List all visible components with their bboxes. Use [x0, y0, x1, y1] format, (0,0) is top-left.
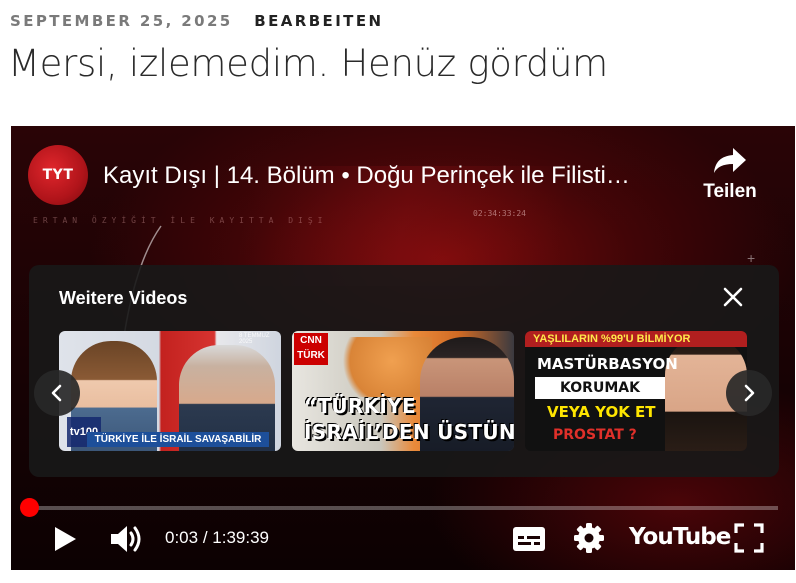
background-text: ERTAN ÖZYİĞİT İLE KAYITTA DIŞI	[33, 216, 328, 225]
post-date[interactable]: SEPTEMBER 25, 2025	[10, 12, 233, 30]
thumbnail-caption: TÜRKİYE İLE İSRAİL SAVAŞABİLİR	[87, 432, 269, 447]
progress-bar[interactable]	[30, 506, 778, 510]
chevron-right-icon	[744, 384, 755, 402]
share-arrow-icon	[714, 148, 746, 173]
time-readout: 0:03 / 1:39:39	[165, 528, 269, 548]
more-videos-heading: Weitere Videos	[59, 288, 188, 308]
previous-videos-button[interactable]	[34, 370, 80, 416]
channel-avatar[interactable]: TYT	[28, 145, 88, 205]
fullscreen-icon[interactable]	[733, 522, 765, 554]
next-videos-button[interactable]	[726, 370, 772, 416]
post-meta: SEPTEMBER 25, 2025 BEARBEITEN	[10, 12, 383, 30]
close-icon[interactable]	[721, 285, 745, 309]
thumbnail-date: 8 TEMMUZ 2025	[239, 333, 270, 345]
play-icon[interactable]	[49, 524, 79, 554]
current-time: 0:03	[165, 528, 199, 547]
video-title[interactable]: Kayıt Dışı | 14. Bölüm • Doğu Perinçek i…	[103, 162, 630, 190]
video-thumbnail-3[interactable]: YAŞLILARIN %99'U BİLMİYOR MASTÜRBASYON K…	[525, 331, 747, 451]
subtitles-icon[interactable]	[511, 524, 547, 554]
gear-icon[interactable]	[573, 522, 605, 554]
share-label: Teilen	[703, 181, 757, 202]
thumbnail-text-line-3: VEYA YOK ET	[547, 403, 656, 421]
channel-logo-text: TYT	[42, 167, 74, 183]
volume-icon[interactable]	[108, 522, 144, 556]
share-button[interactable]: Teilen	[697, 146, 763, 216]
more-videos-panel: Weitere Videos 8 TEMMUZ 2025 tv100 TÜRKİ…	[29, 265, 779, 477]
thumbnail-text-line-2: KORUMAK	[535, 377, 665, 399]
background-clock: 02:34:33:24	[473, 209, 526, 218]
youtube-logo[interactable]: YouTube	[629, 524, 731, 550]
thumbnail-map	[332, 337, 432, 397]
thumbnail-caption-line-2: İSRAİL’DEN ÜSTÜN”	[304, 420, 514, 444]
thumbnail-text-line-1: MASTÜRBASYON	[537, 355, 678, 373]
background-plus-mark: +	[747, 250, 756, 266]
chevron-left-icon	[51, 384, 62, 402]
time-separator: /	[198, 528, 213, 547]
thumbnail-caption-line-1: “TÜRKİYE	[304, 394, 416, 418]
edit-link[interactable]: BEARBEITEN	[254, 12, 383, 30]
video-thumbnail-2[interactable]: CNN TÜRK “TÜRKİYE İSRAİL’DEN ÜSTÜN”	[292, 331, 514, 451]
total-duration: 1:39:39	[212, 528, 269, 547]
video-thumbnail-1[interactable]: 8 TEMMUZ 2025 tv100 TÜRKİYE İLE İSRAİL S…	[59, 331, 281, 451]
post-title: Mersi, izlemedim. Henüz gördüm	[8, 42, 608, 85]
thumbnail-caption: “TÜRKİYE İSRAİL’DEN ÜSTÜN”	[304, 393, 514, 445]
video-player[interactable]: ERTAN ÖZYİĞİT İLE KAYITTA DIŞI 02:34:33:…	[11, 126, 795, 570]
thumbnail-text-line-4: PROSTAT ?	[553, 427, 637, 443]
thumbnail-top-banner: YAŞLILARIN %99'U BİLMİYOR	[525, 331, 747, 347]
thumbnail-channel-logo: CNN TÜRK	[294, 333, 328, 365]
progress-scrubber[interactable]	[20, 498, 39, 517]
